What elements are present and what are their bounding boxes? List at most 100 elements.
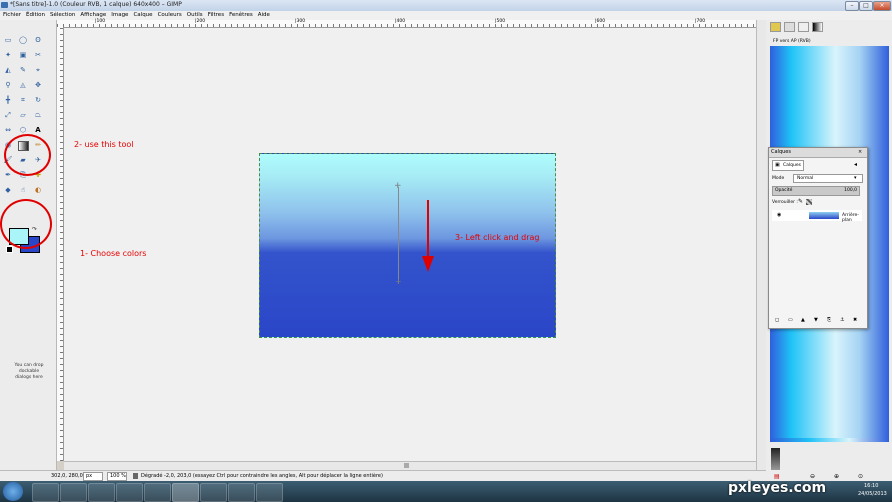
gradient-slider[interactable] xyxy=(770,438,889,442)
lock-alpha-icon[interactable] xyxy=(806,199,812,205)
mode-select[interactable]: Normal xyxy=(793,174,863,183)
layers-button-bar: ◻ ▭ ▲ ▼ ⎘ ⚓ ✖ xyxy=(772,316,864,325)
menu-outils[interactable]: Outils xyxy=(184,11,205,18)
annotation-circle-tool xyxy=(4,134,51,176)
palettes-tab-icon[interactable] xyxy=(812,22,823,32)
menu-selection[interactable]: Sélection xyxy=(47,11,77,18)
horizontal-ruler[interactable]: |100 |200 |300 |400 |500 |600 |700 xyxy=(57,19,756,28)
layers-dialog: Calques × ▣ Calques ◂ Mode Normal ▾ Opac… xyxy=(768,147,868,329)
taskbar-firefox-icon[interactable] xyxy=(60,483,87,502)
horizontal-scrollbar[interactable] xyxy=(64,461,756,470)
zoom-select[interactable]: 100 % xyxy=(107,472,127,481)
opacity-value: 100,0 xyxy=(844,188,857,193)
ink-icon[interactable]: ✒ xyxy=(3,171,13,180)
delete-layer-icon[interactable]: ✖ xyxy=(853,317,857,323)
minimize-button[interactable]: – xyxy=(845,1,859,11)
menu-edition[interactable]: Édition xyxy=(23,11,47,18)
scale-icon[interactable]: ⤢ xyxy=(3,111,13,120)
default-colors-icon[interactable] xyxy=(6,246,13,253)
scissors-icon[interactable]: ✂ xyxy=(33,51,43,60)
drag-start-crosshair-icon: + xyxy=(394,181,402,191)
maximize-button[interactable]: □ xyxy=(859,1,873,11)
brushes-tab-icon[interactable] xyxy=(770,22,781,32)
annotation-arrow-head-icon xyxy=(422,256,434,272)
new-layer-group-icon[interactable]: ▭ xyxy=(788,317,793,323)
smudge-icon[interactable]: ☝ xyxy=(18,186,28,195)
start-button[interactable] xyxy=(3,482,23,501)
zoom-out-icon[interactable]: ⊖ xyxy=(810,473,815,480)
annotation-step-2: 2- use this tool xyxy=(74,140,134,149)
status-message: Dégradé -2,0, 203,0 (essayez Ctrl pour c… xyxy=(141,473,383,479)
menu-fenetres[interactable]: Fenêtres xyxy=(226,11,255,18)
annotation-step-3: 3- Left click and drag xyxy=(455,233,540,242)
taskbar-word-icon[interactable] xyxy=(144,483,171,502)
layer-thumbnail xyxy=(809,212,839,219)
perspective-icon[interactable]: ⏢ xyxy=(33,111,43,120)
patterns-tab-icon[interactable] xyxy=(784,22,795,32)
align-icon[interactable]: ╋ xyxy=(3,96,13,105)
gradient-edit-icon[interactable]: ▤ xyxy=(774,473,780,480)
opacity-slider[interactable]: Opacité 100,0 xyxy=(772,186,860,196)
menu-image[interactable]: Image xyxy=(108,11,130,18)
lock-pixels-icon[interactable]: ✎ xyxy=(798,198,803,205)
ellipse-select-icon[interactable]: ◯ xyxy=(18,36,28,45)
taskbar-media-icon[interactable] xyxy=(88,483,115,502)
measure-icon[interactable]: ◬ xyxy=(18,81,28,90)
raise-layer-icon[interactable]: ▲ xyxy=(801,317,805,323)
zoom-fit-icon[interactable]: ⊙ xyxy=(858,473,863,480)
shear-icon[interactable]: ▱ xyxy=(18,111,28,120)
lower-layer-icon[interactable]: ▼ xyxy=(814,317,818,323)
menu-calque[interactable]: Calque xyxy=(130,11,154,18)
taskbar-app2-icon[interactable] xyxy=(228,483,255,502)
flip-icon[interactable]: ⇔ xyxy=(3,126,13,135)
text-tool-icon[interactable]: A xyxy=(33,126,43,135)
anchor-layer-icon[interactable]: ⚓ xyxy=(840,317,844,323)
ruler-tick-label: |100 xyxy=(95,19,106,24)
taskbar-explorer-icon[interactable] xyxy=(116,483,143,502)
menu-fichier[interactable]: Fichier xyxy=(0,11,23,18)
dodge-icon[interactable]: ◐ xyxy=(33,186,43,195)
move-icon[interactable]: ✥ xyxy=(33,81,43,90)
scroll-thumb[interactable] xyxy=(404,463,409,468)
vertical-ruler[interactable] xyxy=(57,27,64,461)
blur-icon[interactable]: ◆ xyxy=(3,186,13,195)
chevron-down-icon[interactable]: ▾ xyxy=(854,175,857,181)
taskbar-gimp-icon[interactable] xyxy=(172,483,199,502)
menu-affichage[interactable]: Affichage xyxy=(77,11,108,18)
layers-tab[interactable]: ▣ Calques xyxy=(772,160,804,171)
rect-select-icon[interactable]: ▭ xyxy=(3,36,13,45)
close-button[interactable]: × xyxy=(873,1,891,11)
vertical-scrollbar[interactable] xyxy=(756,20,766,470)
duplicate-layer-icon[interactable]: ⎘ xyxy=(827,317,831,323)
menu-filtres[interactable]: Filtres xyxy=(205,11,226,18)
layer-row[interactable]: ◉ Arrière-plan xyxy=(772,210,862,223)
taskbar-app-icon[interactable] xyxy=(200,483,227,502)
crop-icon[interactable]: ⌗ xyxy=(18,96,28,105)
rotate-icon[interactable]: ↻ xyxy=(33,96,43,105)
lasso-icon[interactable]: ʘ xyxy=(33,36,43,45)
visibility-eye-icon[interactable]: ◉ xyxy=(777,212,781,218)
color-select-icon[interactable]: ▣ xyxy=(18,51,28,60)
gradient-name: FP vers AP (RVB) xyxy=(773,39,811,44)
gradients-tab-icon[interactable] xyxy=(798,22,809,32)
paths-icon[interactable]: ✎ xyxy=(18,66,28,75)
annotation-circle-colors xyxy=(0,199,52,249)
menu-aide[interactable]: Aide xyxy=(255,11,272,18)
taskbar-folder-icon[interactable] xyxy=(256,483,283,502)
new-layer-icon[interactable]: ◻ xyxy=(775,317,779,323)
zoom-in-icon[interactable]: ⊕ xyxy=(834,473,839,480)
unit-select[interactable]: px xyxy=(83,472,103,481)
taskbar-ie-icon[interactable] xyxy=(32,483,59,502)
pointer-coords: 302,0, 280,0 xyxy=(51,473,83,479)
foreground-select-icon[interactable]: ◭ xyxy=(3,66,13,75)
configure-tab-icon[interactable]: ◂ xyxy=(854,161,857,168)
fuzzy-select-icon[interactable]: ✦ xyxy=(3,51,13,60)
menu-couleurs[interactable]: Couleurs xyxy=(155,11,184,18)
layer-name: Arrière-plan xyxy=(842,213,859,223)
zoom-icon[interactable]: ⚲ xyxy=(3,81,13,90)
image-canvas[interactable] xyxy=(259,153,556,338)
close-dialog-icon[interactable]: × xyxy=(858,149,862,155)
color-picker-icon[interactable]: ⌖ xyxy=(33,66,43,75)
layers-title: Calques xyxy=(771,149,791,155)
layers-tab-label: Calques xyxy=(783,163,801,168)
